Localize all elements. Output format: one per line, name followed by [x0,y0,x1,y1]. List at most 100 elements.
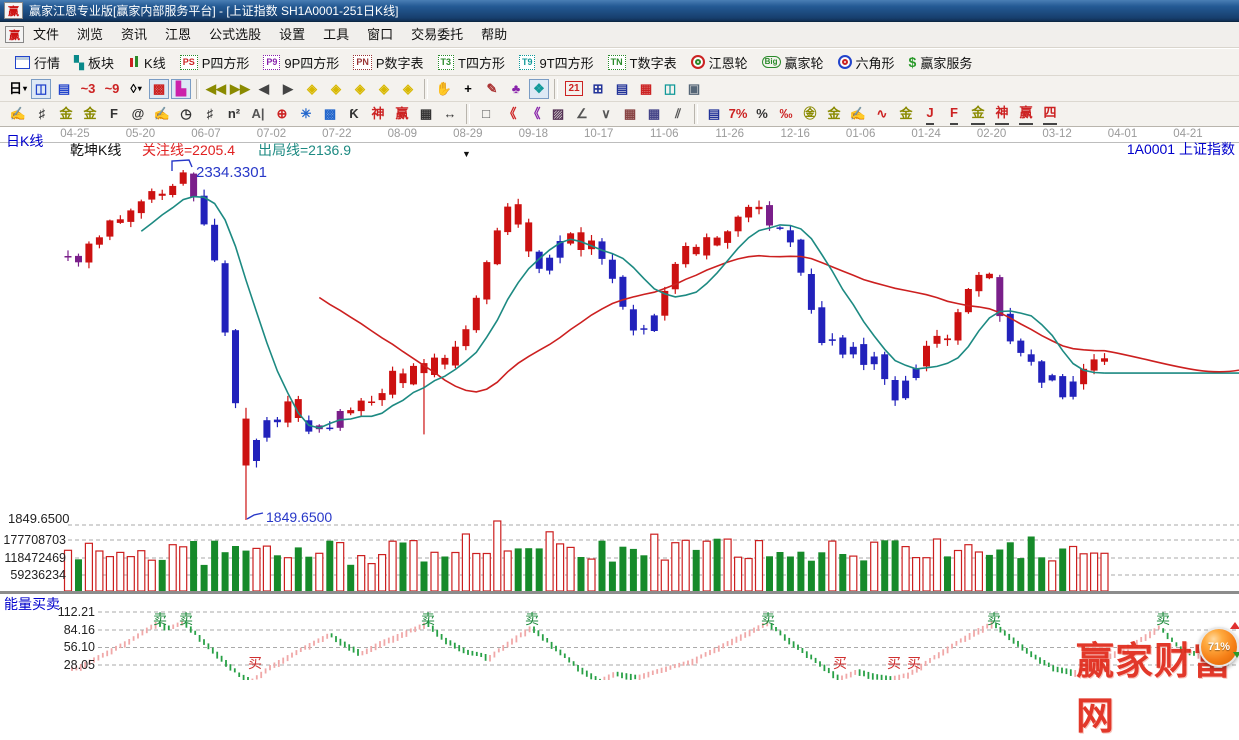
calendar-21-icon[interactable]: 21 [563,79,585,99]
diamond-x-icon[interactable]: ◈ [373,79,395,99]
diamond-h-icon[interactable]: ◈ [349,79,371,99]
menu-文件[interactable]: 文件 [24,27,68,42]
menu-设置[interactable]: 设置 [270,27,314,42]
box-corner-icon[interactable]: □ [475,104,497,124]
grid-star-icon[interactable]: ▩ [319,104,341,124]
grid-123-icon[interactable]: ▦ [415,104,437,124]
kline-chart-canvas[interactable]: 卖卖卖卖卖卖卖买买买买2334.33011849.6500 [0,127,1239,681]
f-ruler-icon[interactable]: F [103,104,125,124]
diamond-right-icon[interactable]: ◈ [325,79,347,99]
pct-icon[interactable]: % [751,104,773,124]
win-angle-icon[interactable]: 赢 [1015,104,1037,124]
diamond-all-icon[interactable]: ◈ [397,79,419,99]
t-number-button[interactable]: TNT数字表 [601,50,684,74]
hexagon-button[interactable]: 六角形 [831,50,902,74]
p-square-button[interactable]: PSP四方形 [173,50,257,74]
last-page-icon[interactable]: ▶▶ [229,79,251,99]
menu-浏览[interactable]: 浏览 [68,27,112,42]
shen-angle-icon[interactable]: 神 [991,104,1013,124]
hand-tool-icon[interactable]: ✋ [433,79,455,99]
price-grid2-icon[interactable]: ▦ [643,104,665,124]
k-quote-icon[interactable]: Ƙ [343,104,365,124]
star-burst-icon[interactable]: ✳ [295,104,317,124]
seven-pct-icon[interactable]: 7% [727,104,749,124]
calculator-icon[interactable]: ⊞ [587,79,609,99]
first-page-icon[interactable]: ◀◀ [205,79,227,99]
purple-fan-icon[interactable]: 《 [523,104,545,124]
winner-service-button[interactable]: $赢家服务 [902,50,980,74]
candle-style-dropdown[interactable]: ◊▾ [125,79,147,99]
menu-江恩[interactable]: 江恩 [156,27,200,42]
crosshair-tool-icon[interactable]: + [457,79,479,99]
t-square-button[interactable]: T3T四方形 [431,50,512,74]
spiral-icon[interactable]: @ [127,104,149,124]
circle-cross-icon[interactable]: ⊕ [271,104,293,124]
menu-窗口[interactable]: 窗口 [358,27,402,42]
win-tool-icon[interactable]: 赢 [391,104,413,124]
pct-line-icon[interactable]: ‰ [775,104,797,124]
menu-工具[interactable]: 工具 [314,27,358,42]
volume-histogram-icon[interactable]: ▙ [171,79,191,99]
shen-tool-icon[interactable]: 神 [367,104,389,124]
market-quotes-button-label: 行情 [34,53,60,72]
diamond-left-icon[interactable]: ◈ [301,79,323,99]
percent-badge[interactable]: 71% [1199,627,1239,667]
print-icon[interactable]: ▣ [683,79,705,99]
kline-button[interactable]: K线 [121,50,173,74]
calculator-icon-glyph: ⊞ [593,79,604,99]
sector-button[interactable]: ▚板块 [67,50,121,74]
menu-资讯[interactable]: 资讯 [112,27,156,42]
menu-交易委托[interactable]: 交易委托 [402,27,472,42]
slant-lines-icon[interactable]: ⫽ [667,104,689,124]
j-angle-icon[interactable]: J [919,104,941,124]
t9-square-button[interactable]: T99T四方形 [512,50,601,74]
winner-wheel-button[interactable]: Big赢家轮 [755,50,831,74]
clock-cycle-icon[interactable]: ◷ [175,104,197,124]
prev-bar-icon[interactable]: ◀ [253,79,275,99]
market-quotes-button[interactable]: 行情 [8,50,67,74]
wave-v-icon[interactable]: ∨ [595,104,617,124]
gann-wheel-button[interactable]: 江恩轮 [684,50,755,74]
level-list-icon[interactable]: ▤ [703,104,725,124]
gold-grid-icon[interactable]: 金 [55,104,77,124]
polyline-tool-icon[interactable]: ✎ [481,79,503,99]
gold-circle-icon[interactable]: ㊎ [799,104,821,124]
span-arrow-icon-glyph: ↔ [444,104,457,124]
comb2-icon[interactable]: ♯ [199,104,221,124]
price-grid-icon[interactable]: ▦ [619,104,641,124]
pattern-window-icon[interactable]: ◫ [31,79,51,99]
p-number-button[interactable]: PNP数字表 [346,50,430,74]
gold-grid2-icon[interactable]: 金 [79,104,101,124]
wave-a-icon[interactable]: ∿ [871,104,893,124]
save-icon[interactable]: ▦ [635,79,657,99]
four-angle-icon[interactable]: 四 [1039,104,1061,124]
gold-line-icon[interactable]: 金 [823,104,845,124]
dark-fan-icon[interactable]: ▨ [547,104,569,124]
next-bar-icon[interactable]: ▶ [277,79,299,99]
eraser-tool-icon[interactable]: ✍ [7,104,29,124]
gold-angle-icon[interactable]: 金 [967,104,989,124]
brain-pattern-icon[interactable]: ❖ [529,79,549,99]
span-arrow-icon[interactable]: ↔ [439,104,461,124]
a-line-icon[interactable]: A| [247,104,269,124]
pen-line-icon[interactable]: ✍ [847,104,869,124]
network-icon[interactable]: ◫ [659,79,681,99]
knife-icon[interactable]: ✍ [151,104,173,124]
period-day-dropdown[interactable]: 日▾ [7,79,29,99]
p9-square-button[interactable]: P99P四方形 [256,50,346,74]
wave-9-icon[interactable]: ~9 [101,79,123,99]
notes-icon[interactable]: ▤ [611,79,633,99]
gann-comb-icon[interactable]: ♯ [31,104,53,124]
wave-3-icon[interactable]: ~3 [77,79,99,99]
menu-帮助[interactable]: 帮助 [472,27,516,42]
dropdown-marker-icon[interactable]: ▼ [462,149,471,159]
red-fan-icon[interactable]: 《 [499,104,521,124]
f-angle-icon[interactable]: F [943,104,965,124]
gann-box-tool-icon[interactable]: ♣ [505,79,527,99]
menu-公式选股[interactable]: 公式选股 [200,27,270,42]
qiankun-pattern-icon[interactable]: ▩ [149,79,169,99]
info-list-icon[interactable]: ▤ [53,79,75,99]
angle-line-icon[interactable]: ∠ [571,104,593,124]
n-square-icon[interactable]: n² [223,104,245,124]
gold-plain-icon[interactable]: 金 [895,104,917,124]
